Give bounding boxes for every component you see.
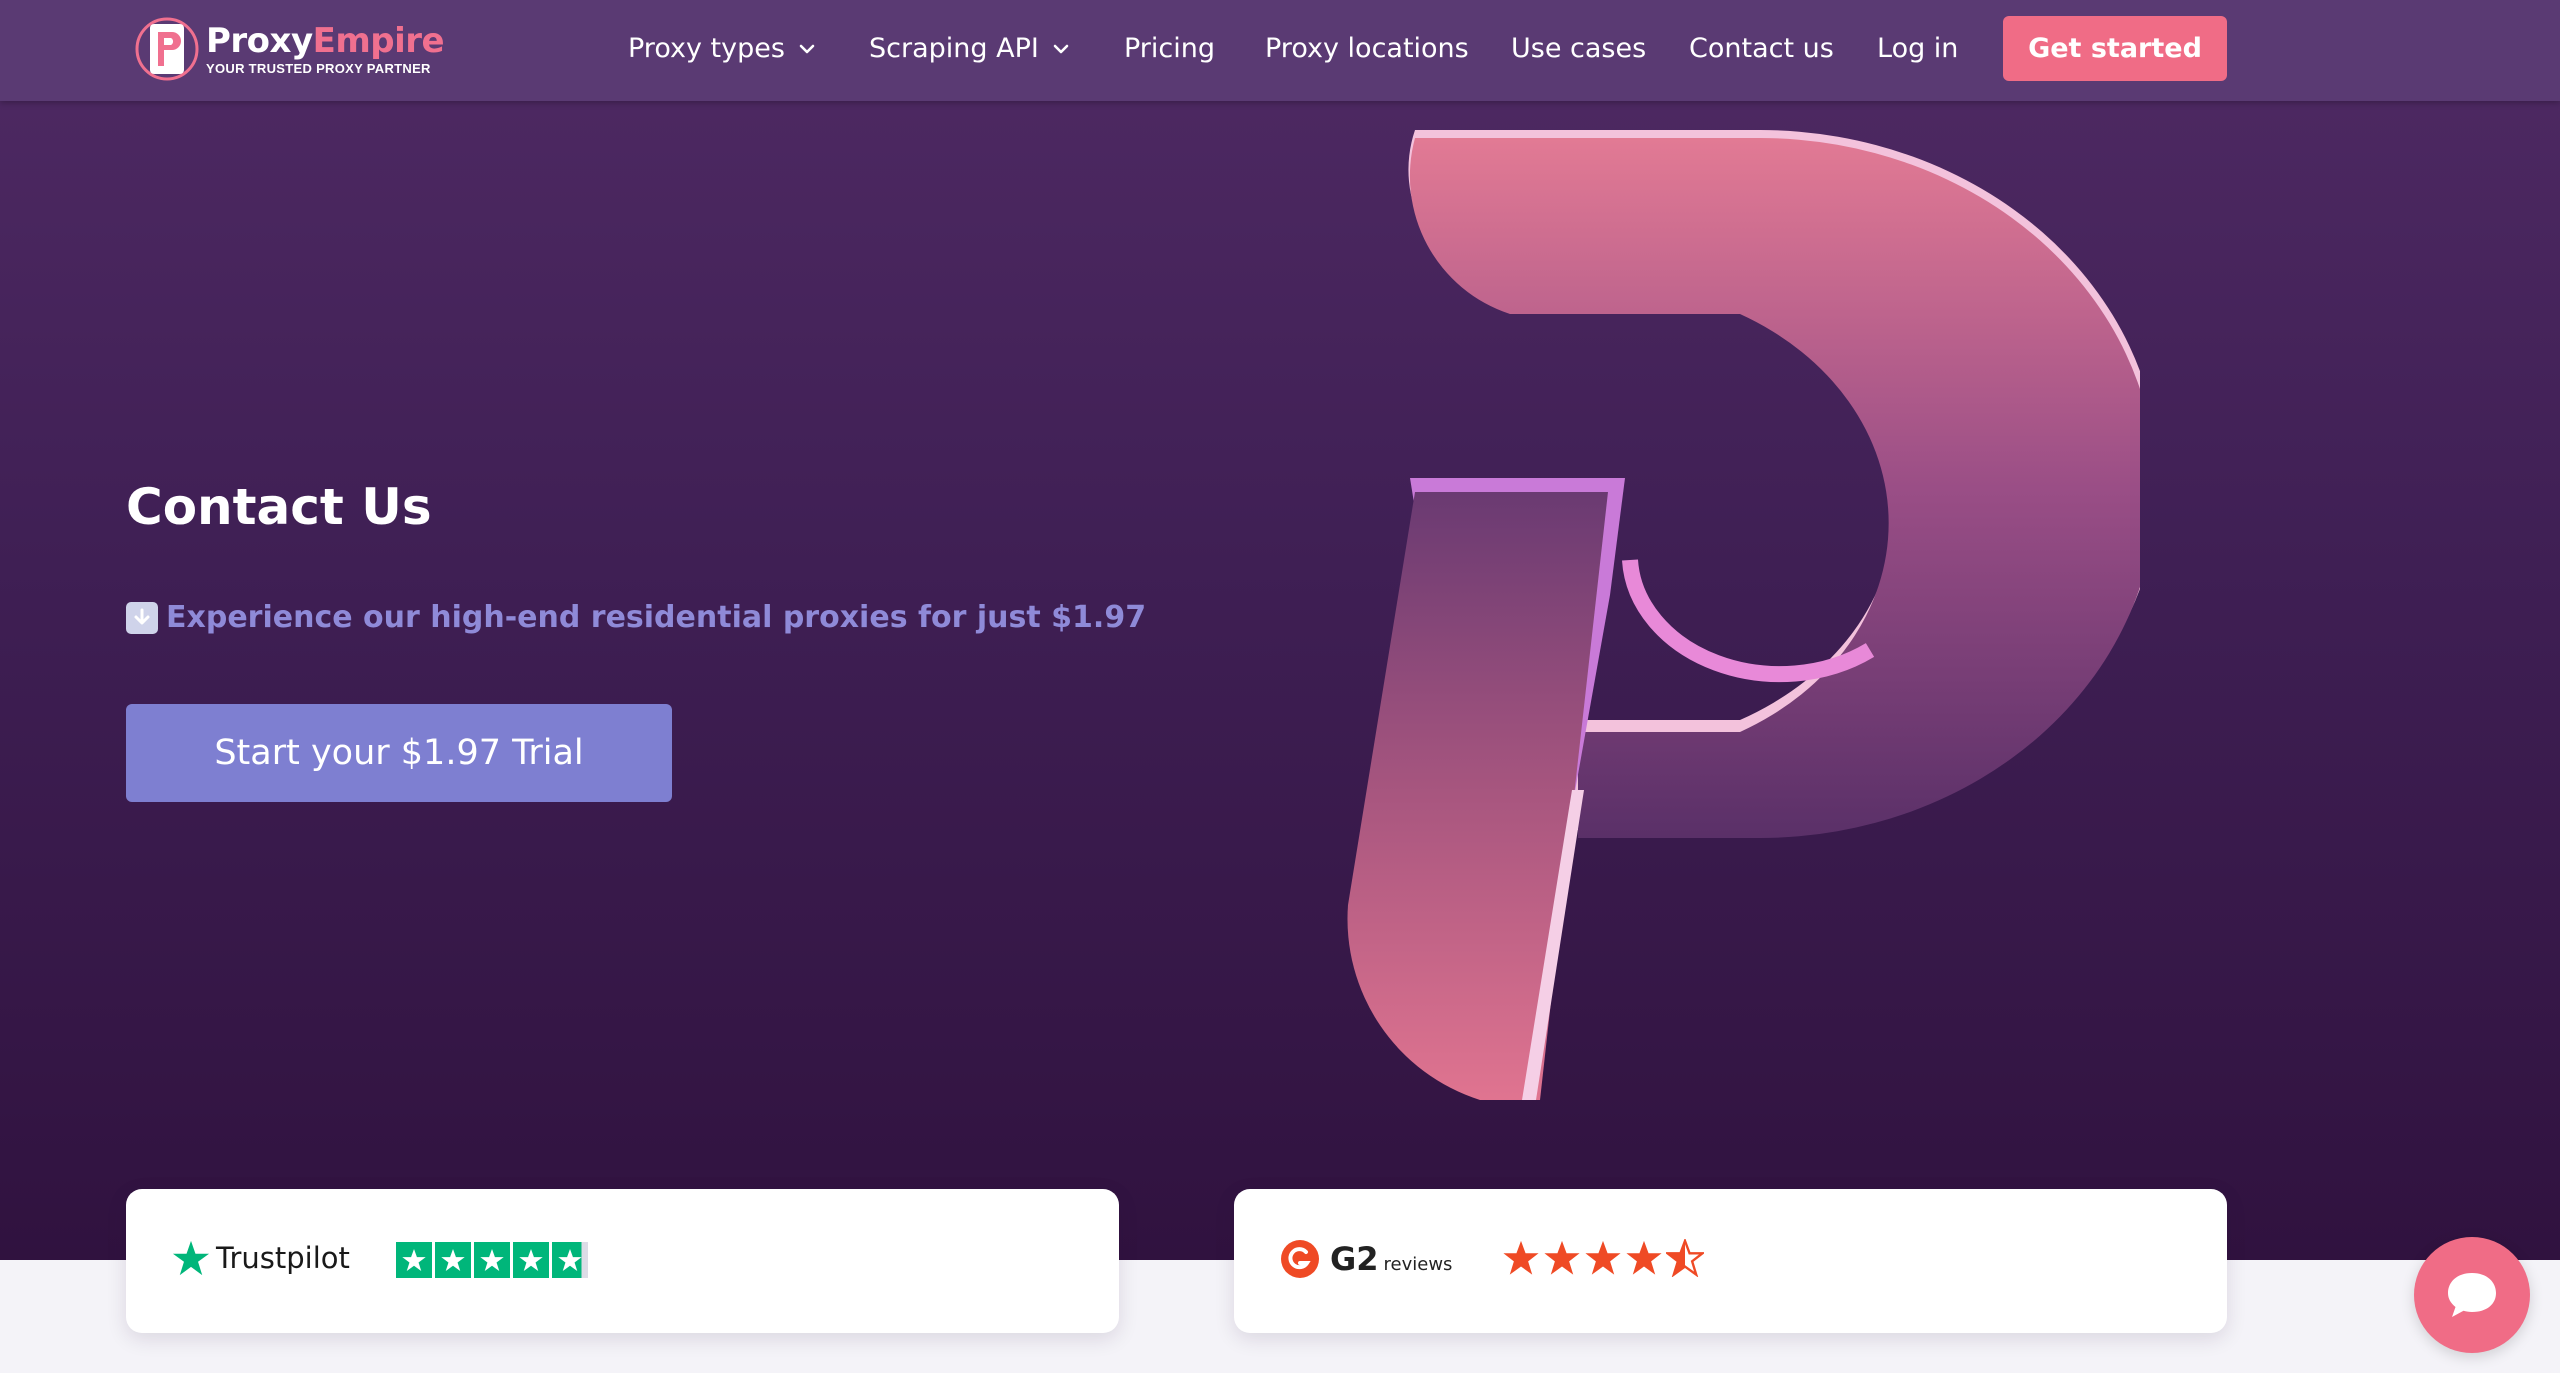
chat-widget-button[interactable] [2414, 1237, 2530, 1353]
trustpilot-review-card[interactable]: Trustpilot [126, 1189, 1119, 1333]
nav-pricing[interactable]: Pricing [1124, 24, 1215, 74]
half-star-icon [1666, 1239, 1704, 1277]
hero-section: Contact Us Experience our high-end resid… [0, 0, 2560, 1260]
top-navbar: ProxyEmpire YOUR TRUSTED PROXY PARTNER P… [0, 0, 2560, 101]
star-icon [552, 1242, 588, 1278]
trial-offer: Experience our high-end residential prox… [126, 600, 1146, 635]
star-icon [474, 1242, 510, 1278]
get-started-button[interactable]: Get started [2003, 16, 2227, 81]
star-icon [435, 1242, 471, 1278]
nav-contact-us[interactable]: Contact us [1689, 24, 1834, 74]
g2-sublabel: reviews [1383, 1253, 1453, 1275]
start-trial-button[interactable]: Start your $1.97 Trial [126, 704, 672, 802]
nav-proxy-locations[interactable]: Proxy locations [1265, 24, 1469, 74]
trustpilot-star-icon [172, 1240, 210, 1276]
nav-scraping-api[interactable]: Scraping API [869, 24, 1071, 74]
star-icon [1626, 1240, 1662, 1275]
star-icon [1503, 1240, 1539, 1275]
star-icon [513, 1242, 549, 1278]
nav-use-cases[interactable]: Use cases [1511, 24, 1646, 74]
trustpilot-rating-stars [396, 1242, 588, 1278]
nav-proxy-types[interactable]: Proxy types [628, 24, 817, 74]
chevron-down-icon [799, 44, 815, 54]
g2-logo-icon [1281, 1240, 1319, 1278]
star-icon [1585, 1240, 1621, 1275]
g2-logo: G2 reviews [1280, 1237, 1452, 1281]
chat-bubble-icon [2448, 1273, 2496, 1317]
logo-tagline: YOUR TRUSTED PROXY PARTNER [206, 61, 431, 76]
g2-rating-stars [1502, 1239, 1704, 1277]
down-arrow-icon [126, 601, 158, 634]
star-icon [396, 1242, 432, 1278]
logo[interactable]: ProxyEmpire YOUR TRUSTED PROXY PARTNER [132, 16, 445, 82]
chevron-down-icon [1053, 44, 1069, 54]
trustpilot-logo: Trustpilot [172, 1235, 350, 1281]
nav-log-in[interactable]: Log in [1877, 24, 1958, 74]
g2-review-card[interactable]: G2 reviews [1234, 1189, 2227, 1333]
brand-p-graphic-icon [1347, 130, 2140, 1100]
g2-name: G2 [1330, 1240, 1379, 1278]
proxyempire-logo-icon [135, 17, 199, 81]
trustpilot-name: Trustpilot [216, 1241, 350, 1275]
page-title: Contact Us [126, 478, 432, 536]
star-icon [1544, 1240, 1580, 1275]
logo-name: ProxyEmpire [206, 21, 445, 61]
offer-text: Experience our high-end residential prox… [166, 600, 1147, 635]
